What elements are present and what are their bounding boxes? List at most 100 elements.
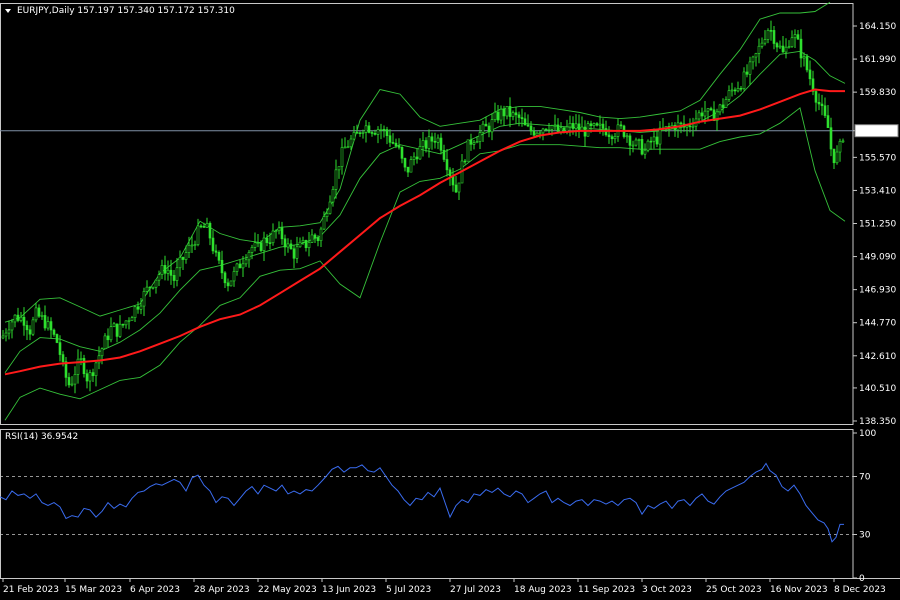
date-tick-label: 15 Mar 2023 — [65, 585, 122, 595]
candle-body — [163, 265, 167, 274]
candle-body — [781, 45, 785, 53]
candle-body — [103, 335, 107, 350]
candle-body — [649, 140, 653, 143]
candle-body — [211, 237, 215, 252]
candle-body — [346, 146, 350, 149]
candle-body — [742, 71, 746, 89]
candle-body — [94, 362, 98, 377]
candle-body — [343, 146, 347, 149]
candle-body — [556, 124, 560, 133]
candle-body — [352, 132, 356, 140]
candle-body — [307, 242, 311, 248]
candle-body — [526, 124, 530, 127]
candle-body — [205, 222, 209, 228]
price-tick-label: 149.090 — [859, 253, 896, 263]
candle-body — [736, 87, 740, 92]
date-tick-label: 22 May 2023 — [258, 585, 317, 595]
candle-body — [91, 372, 95, 377]
candle-body — [637, 139, 641, 141]
eurjpy-chart[interactable]: EURJPY,Daily 157.197 157.340 157.172 157… — [0, 0, 900, 600]
candle-body — [754, 53, 758, 58]
candle-body — [823, 105, 827, 116]
candle-body — [541, 128, 545, 134]
candle-body — [310, 234, 314, 243]
candle-body — [427, 136, 431, 149]
candle-body — [397, 145, 401, 148]
candle-body — [70, 383, 74, 386]
candle-body — [118, 323, 122, 337]
candle-body — [625, 135, 629, 138]
date-tick-label: 13 Jun 2023 — [322, 585, 376, 595]
candle-body — [319, 228, 323, 241]
candle-body — [190, 244, 194, 247]
candle-body — [721, 104, 725, 108]
candle-body — [817, 101, 821, 105]
candle-body — [187, 245, 191, 253]
candle-body — [46, 321, 50, 329]
candle-body — [277, 227, 281, 232]
candle-body — [301, 240, 305, 243]
candle-body — [55, 334, 59, 343]
candle-body — [640, 139, 644, 155]
candle-body — [679, 122, 683, 125]
candle-body — [448, 169, 452, 176]
candle-body — [658, 127, 662, 145]
candle-body — [112, 323, 116, 327]
candle-body — [610, 136, 614, 140]
candle-body — [49, 321, 53, 331]
candle-body — [796, 34, 800, 40]
candle-body — [691, 125, 695, 128]
candle-body — [406, 166, 410, 173]
candle-body — [454, 184, 458, 193]
candle-body — [706, 108, 710, 112]
candle-body — [43, 315, 47, 329]
candle-body — [160, 265, 164, 275]
candle-body — [838, 141, 842, 153]
candle-body — [19, 316, 23, 321]
rsi-tick-label: 0 — [859, 574, 865, 584]
candle-body — [370, 132, 374, 134]
candle-body — [127, 320, 131, 322]
candle-body — [241, 263, 245, 269]
candle-body — [544, 128, 548, 131]
price-tick-label: 161.990 — [859, 55, 896, 65]
candle-body — [268, 242, 272, 244]
candle-body — [478, 132, 482, 142]
candle-body — [259, 242, 263, 251]
candle-body — [421, 140, 425, 147]
candle-body — [652, 136, 656, 142]
candle-body — [571, 123, 575, 129]
dropdown-arrow-icon[interactable] — [5, 9, 11, 13]
candle-body — [700, 112, 704, 117]
price-tick-label: 138.350 — [859, 417, 896, 427]
candle-body — [439, 137, 443, 151]
candle-body — [790, 37, 794, 47]
candle-body — [10, 321, 14, 331]
candle-body — [820, 103, 824, 107]
date-tick-label: 11 Sep 2023 — [578, 585, 635, 595]
candle-body — [580, 126, 584, 131]
candle-body — [703, 110, 707, 117]
candle-body — [778, 45, 782, 48]
candle-body — [151, 286, 155, 289]
candle-body — [826, 115, 830, 128]
candle-body — [832, 148, 836, 164]
candle-body — [385, 129, 389, 136]
price-tick-label: 151.250 — [859, 220, 896, 230]
candle-body — [577, 123, 581, 131]
date-tick-label: 6 Apr 2023 — [130, 585, 180, 595]
moving-average-line — [4, 88, 845, 376]
candle-body — [808, 69, 812, 80]
candle-body — [292, 248, 296, 259]
candle-body — [418, 146, 422, 160]
candle-body — [199, 225, 203, 228]
candle-body — [289, 243, 293, 250]
candle-body — [502, 108, 506, 117]
candle-body — [208, 222, 212, 239]
candle-body — [124, 320, 128, 326]
candle-body — [82, 358, 86, 375]
candle-body — [142, 291, 146, 307]
candle-body — [157, 274, 161, 281]
candle-body — [52, 329, 56, 335]
candle-body — [628, 135, 632, 146]
